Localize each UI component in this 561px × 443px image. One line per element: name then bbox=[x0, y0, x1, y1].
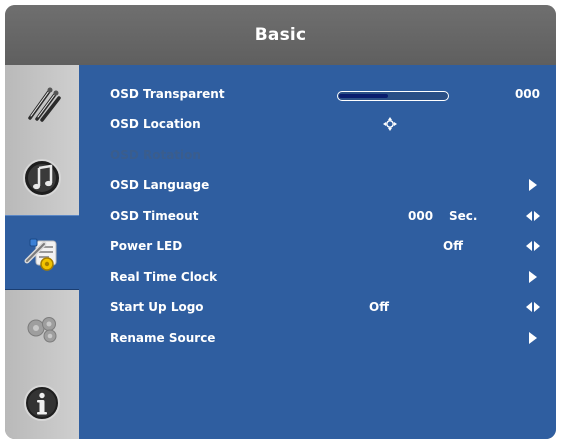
setting-row-osd-location[interactable]: OSD Location bbox=[79, 109, 556, 139]
setting-label: Real Time Clock bbox=[110, 270, 218, 284]
left-right-arrows-icon bbox=[526, 240, 540, 252]
submenu-arrow-icon bbox=[526, 179, 540, 191]
osd-menu: Basic OSD Transparent 000 OSD Location O… bbox=[5, 5, 556, 439]
brush-pens-icon bbox=[20, 81, 64, 125]
osd-transparency-slider[interactable] bbox=[337, 91, 449, 101]
setting-label: OSD Transparent bbox=[110, 87, 225, 101]
gears-icon bbox=[20, 306, 64, 350]
setting-label: Power LED bbox=[110, 239, 183, 253]
start-up-logo-value: Off bbox=[369, 300, 389, 314]
submenu-arrow-icon bbox=[526, 271, 540, 283]
sidebar-item-advanced[interactable] bbox=[5, 290, 79, 365]
tools-settings-icon bbox=[20, 231, 64, 275]
setting-row-osd-transparent[interactable]: OSD Transparent 000 bbox=[79, 79, 556, 109]
setting-row-osd-rotation: OSD Rotation bbox=[79, 140, 556, 170]
setting-row-osd-timeout[interactable]: OSD Timeout 000 Sec. bbox=[79, 201, 556, 231]
osd-transparent-value: 000 bbox=[514, 87, 540, 101]
sidebar-item-audio[interactable] bbox=[5, 140, 79, 215]
info-icon bbox=[20, 381, 64, 425]
menu-header: Basic bbox=[5, 5, 556, 65]
setting-label: Rename Source bbox=[110, 331, 216, 345]
setting-row-power-led[interactable]: Power LED Off bbox=[79, 231, 556, 261]
music-note-icon bbox=[20, 156, 64, 200]
menu-title: Basic bbox=[254, 25, 307, 45]
sidebar-item-info[interactable] bbox=[5, 365, 79, 439]
osd-timeout-unit: Sec. bbox=[449, 209, 478, 223]
osd-timeout-value: 000 bbox=[408, 209, 434, 223]
setting-row-osd-language[interactable]: OSD Language bbox=[79, 170, 556, 200]
sidebar bbox=[5, 65, 79, 439]
setting-label: OSD Rotation bbox=[110, 148, 201, 162]
power-led-value: Off bbox=[443, 239, 463, 253]
setting-label: OSD Timeout bbox=[110, 209, 199, 223]
setting-label: OSD Location bbox=[110, 117, 201, 131]
setting-row-real-time-clock[interactable]: Real Time Clock bbox=[79, 262, 556, 292]
settings-panel: OSD Transparent 000 OSD Location OSD Rot bbox=[79, 65, 556, 439]
sidebar-item-basic[interactable] bbox=[5, 215, 79, 290]
setting-row-start-up-logo[interactable]: Start Up Logo Off bbox=[79, 292, 556, 322]
left-right-arrows-icon bbox=[526, 301, 540, 313]
setting-row-rename-source[interactable]: Rename Source bbox=[79, 323, 556, 353]
sidebar-item-picture[interactable] bbox=[5, 65, 79, 140]
setting-label: Start Up Logo bbox=[110, 300, 204, 314]
left-right-arrows-icon bbox=[526, 210, 540, 222]
submenu-arrow-icon bbox=[526, 332, 540, 344]
setting-label: OSD Language bbox=[110, 178, 210, 192]
slider-fill bbox=[339, 94, 388, 98]
move-position-icon bbox=[383, 117, 397, 131]
